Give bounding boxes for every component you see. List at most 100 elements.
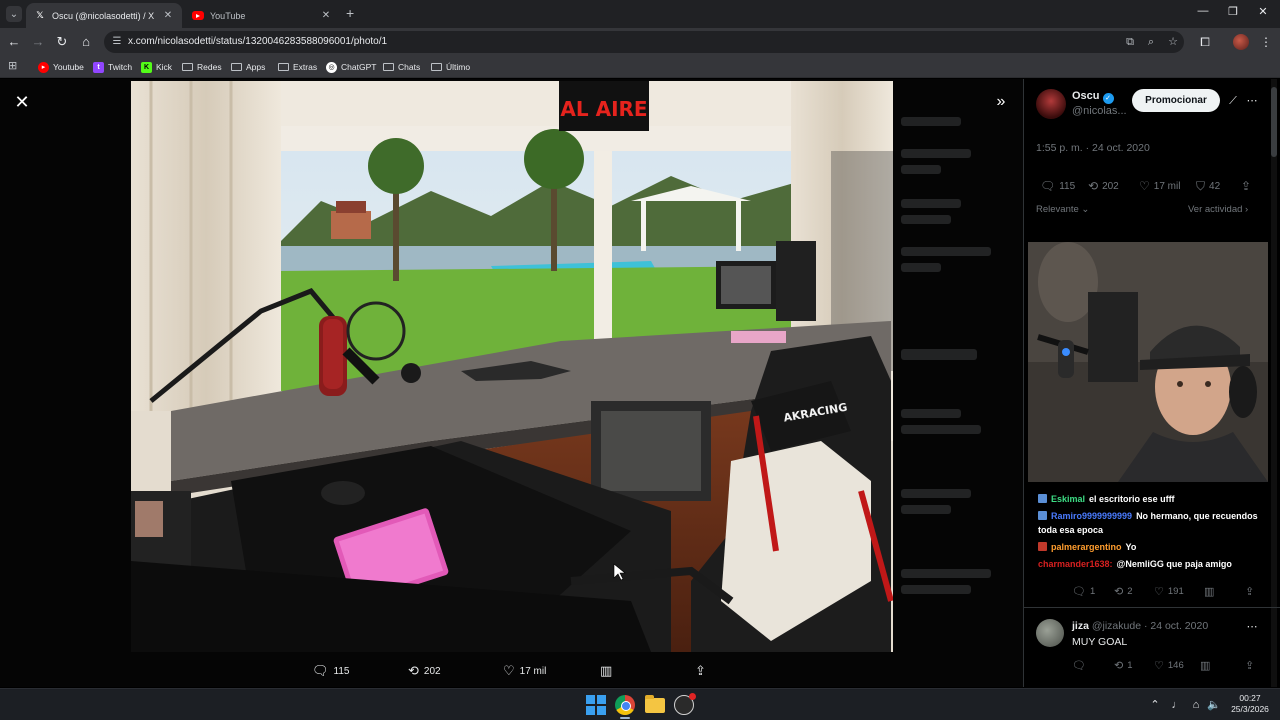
microphone-icon[interactable]: ♩ <box>1170 698 1184 712</box>
twitch-icon: t <box>93 61 104 73</box>
bookmark-label: Apps <box>246 62 266 72</box>
author-handle[interactable]: @nicolas... <box>1072 105 1127 117</box>
like-button[interactable]: ♡ 17 mil <box>503 661 546 681</box>
subscriber-badge-icon <box>1038 542 1047 551</box>
view-activity-link[interactable]: Ver actividad › <box>1188 204 1248 215</box>
share-button[interactable]: ⇪ <box>1245 659 1258 672</box>
bookmark-folder-redes[interactable]: Redes <box>182 60 222 74</box>
new-tab-button[interactable]: + <box>346 6 354 20</box>
youtube-icon <box>192 11 204 20</box>
share-button[interactable]: ⇪ <box>695 661 711 681</box>
heart-icon: ♡ <box>1154 586 1164 598</box>
tab-youtube[interactable]: YouTube ✕ <box>184 3 340 28</box>
tweet-photo[interactable]: AL AIRE AKRACING <box>131 81 893 652</box>
kick-icon: K <box>141 61 152 73</box>
tray-chevron-up-icon[interactable]: ⌃ <box>1148 698 1162 712</box>
home-button[interactable]: ⌂ <box>77 33 95 51</box>
bookmark-youtube[interactable]: ▸ Youtube <box>38 60 84 74</box>
browser-tab-bar: ⌄ 𝕏 Oscu (@nicolasodetti) / X ✕ YouTube … <box>0 0 1280 28</box>
chat-text: @NemliGG que paja amigo <box>1116 559 1232 569</box>
like-button[interactable]: ♡ 191 <box>1154 585 1184 598</box>
views-button[interactable]: ▥ <box>1200 659 1214 672</box>
like-button[interactable]: ♡ 17 mil <box>1139 179 1180 193</box>
file-explorer-icon[interactable] <box>645 695 665 713</box>
bookmark-folder-apps[interactable]: Apps <box>231 60 265 74</box>
chrome-icon[interactable] <box>615 695 635 715</box>
repost-button[interactable]: ⟲ 2 <box>1114 585 1133 598</box>
avatar[interactable] <box>1036 89 1066 119</box>
side-panel-scrollbar[interactable] <box>1271 79 1277 687</box>
bookmark-label: Youtube <box>53 62 84 72</box>
bookmark-star-icon[interactable]: ☆ <box>1166 35 1180 49</box>
clock-date: 25/3/2026 <box>1231 704 1269 714</box>
obs-icon[interactable] <box>674 693 696 715</box>
reply-count: 1 <box>1089 586 1096 597</box>
forward-button[interactable]: → <box>29 33 47 51</box>
profile-avatar[interactable] <box>1233 34 1249 50</box>
bookmark-label: Twitch <box>108 62 133 72</box>
repost-count: 202 <box>423 665 441 677</box>
install-app-icon[interactable]: ⧉ <box>1123 35 1137 49</box>
reload-button[interactable]: ↻ <box>53 33 71 51</box>
tab-search-chevron-icon[interactable]: ⌄ <box>6 6 22 22</box>
more-options-icon[interactable]: ⋯ <box>1245 94 1259 108</box>
windows-start-icon[interactable] <box>586 695 606 715</box>
site-info-icon[interactable]: ☰ <box>111 36 123 48</box>
tab-title: YouTube <box>210 10 246 21</box>
bookmark-folder-ultimo[interactable]: Último <box>431 60 470 74</box>
reply-icon: 🗨 <box>1072 586 1086 598</box>
share-button[interactable]: ⇪ <box>1241 179 1255 193</box>
more-options-icon[interactable]: ⋯ <box>1245 620 1259 634</box>
tweet-timestamp[interactable]: 1:55 p. m. · 24 oct. 2020 <box>1036 142 1150 154</box>
tab-close-icon[interactable]: ✕ <box>320 10 332 21</box>
repost-button[interactable]: ⟲ 202 <box>408 661 441 681</box>
repost-icon: ⟲ <box>408 663 419 678</box>
address-bar[interactable]: ☰ x.com/nicolasodetti/status/13200462835… <box>104 31 1184 53</box>
sort-replies-dropdown[interactable]: Relevante ⌄ <box>1036 204 1089 215</box>
system-clock[interactable]: 00:27 25/3/2026 <box>1224 693 1276 715</box>
bookmark-button[interactable]: ⛉ 42 <box>1196 179 1220 194</box>
window-close-button[interactable]: ✕ <box>1248 5 1278 18</box>
repost-button[interactable]: ⟲ 1 <box>1114 659 1133 672</box>
grok-icon[interactable]: ⟋ <box>1226 94 1240 108</box>
close-icon[interactable]: ✕ <box>13 93 31 111</box>
repost-button[interactable]: ⟲ 202 <box>1088 179 1119 193</box>
author-name[interactable]: Oscu ✓ <box>1072 90 1114 104</box>
repost-count: 202 <box>1102 180 1119 192</box>
streaming-setup-photo: AL AIRE AKRACING <box>131 81 893 652</box>
tab-x-oscu[interactable]: 𝕏 Oscu (@nicolasodetti) / X ✕ <box>26 3 182 28</box>
bookmark-chatgpt[interactable]: ◎ ChatGPT <box>326 60 376 74</box>
zoom-icon[interactable]: ⌕ <box>1144 35 1158 49</box>
x-photo-viewer: ✕ » AL AIRE AKRACING 🗨 115 ⟲ 202 ♡ 17 mi… <box>0 79 1280 687</box>
share-button[interactable]: ⇪ <box>1245 585 1258 598</box>
x-icon: 𝕏 <box>36 10 44 20</box>
back-button[interactable]: ← <box>5 33 23 51</box>
reply-button[interactable]: 🗨 115 <box>1040 179 1075 193</box>
on-air-sign-text: AL AIRE <box>560 97 647 121</box>
extensions-icon[interactable]: ⧠ <box>1197 34 1213 50</box>
avatar[interactable] <box>1036 619 1064 647</box>
apps-grid-icon[interactable]: ⊞ <box>8 60 20 72</box>
reply-button[interactable]: 🗨 115 <box>312 661 349 681</box>
reply-icon: 🗨 <box>312 663 329 678</box>
bookmark-twitch[interactable]: t Twitch <box>93 60 132 74</box>
divider <box>1024 607 1280 608</box>
restore-button[interactable]: ❐ <box>1218 5 1248 18</box>
reply-button[interactable]: 🗨 1 <box>1072 585 1095 598</box>
reply-button[interactable]: 🗨 <box>1072 659 1090 672</box>
bookmark-folder-extras[interactable]: Extras <box>278 60 317 74</box>
promote-button[interactable]: Promocionar <box>1132 89 1220 112</box>
bookmark-folder-chats[interactable]: Chats <box>383 60 420 74</box>
reply-action-bar: 🗨 1 ⟲ 2 ♡ 191 ▥ ⇪ <box>1036 585 1268 601</box>
minimize-button[interactable]: — <box>1188 5 1218 17</box>
bookmark-label: Chats <box>398 62 421 72</box>
like-button[interactable]: ♡ 146 <box>1154 659 1184 672</box>
menu-kebab-icon[interactable]: ⋮ <box>1258 34 1274 50</box>
bookmark-kick[interactable]: K Kick <box>141 60 172 74</box>
tab-close-icon[interactable]: ✕ <box>162 10 174 21</box>
views-button[interactable]: ▥ <box>600 661 617 681</box>
network-icon[interactable]: ⌂ <box>1189 698 1203 712</box>
views-button[interactable]: ▥ <box>1204 585 1218 598</box>
reply-author-name[interactable]: jiza <box>1072 620 1089 632</box>
volume-icon[interactable]: 🔈 <box>1207 698 1221 712</box>
